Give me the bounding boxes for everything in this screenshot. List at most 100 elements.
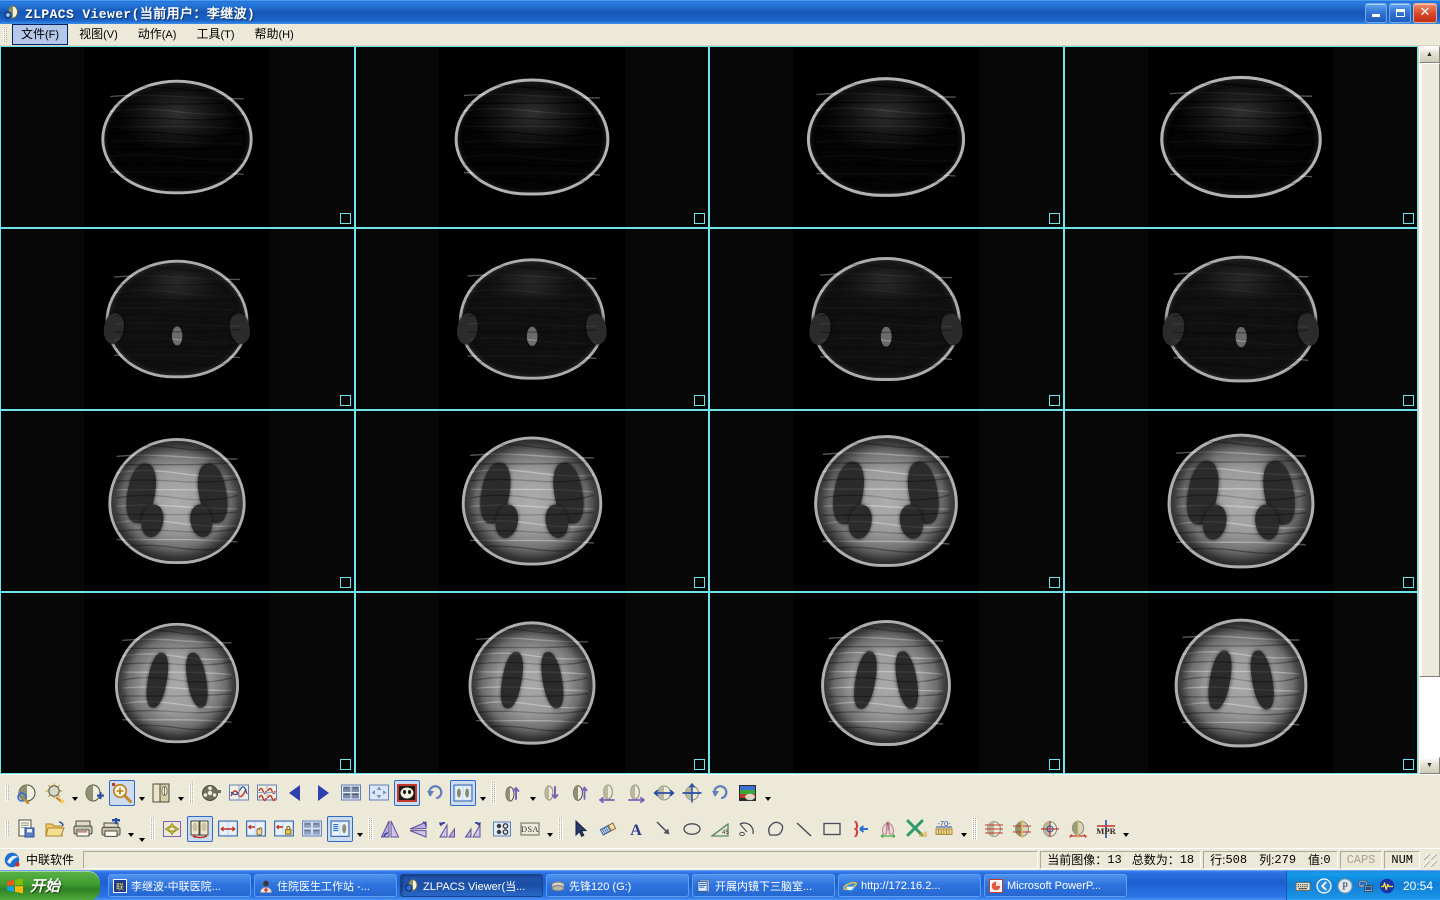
prev-image-button[interactable] — [282, 780, 308, 806]
image-cell-6[interactable] — [354, 228, 709, 410]
shift-right-button[interactable] — [623, 780, 649, 806]
zoom-button[interactable] — [109, 780, 135, 806]
3d-recon-button[interactable] — [1065, 816, 1091, 842]
cell-resize-marker[interactable] — [1048, 759, 1060, 770]
add-print-button-dropdown[interactable] — [125, 816, 136, 842]
color-map-button[interactable] — [394, 780, 420, 806]
network-icon[interactable] — [1358, 878, 1374, 894]
arc-measure-button[interactable] — [735, 816, 761, 842]
flip-up2-button[interactable] — [567, 780, 593, 806]
add-print-button[interactable] — [98, 816, 124, 842]
taskbar-item-hospital[interactable]: 联李继波-中联医院... — [108, 874, 251, 897]
flip-horizontal-button[interactable] — [377, 816, 403, 842]
line-measure-button[interactable] — [651, 816, 677, 842]
image-book-button-dropdown[interactable] — [175, 780, 186, 806]
rectangle-roi-button[interactable] — [819, 816, 845, 842]
vertical-scrollbar[interactable]: ▲ ▼ — [1418, 46, 1440, 774]
image-cell-3[interactable] — [709, 46, 1064, 228]
align-button[interactable] — [489, 816, 515, 842]
image-cell-10[interactable] — [354, 410, 709, 592]
scrollbar-track[interactable] — [1419, 63, 1440, 757]
taskbar-item-ie[interactable]: http://172.16.2... — [838, 874, 981, 897]
monitor-wave-icon[interactable] — [1379, 878, 1395, 894]
save-image-button[interactable] — [14, 816, 40, 842]
resize-grip[interactable] — [1423, 852, 1437, 867]
flip-up-button[interactable] — [500, 780, 526, 806]
angle-measure-button[interactable]: 45 — [707, 816, 733, 842]
brightness-contrast-button[interactable] — [42, 780, 68, 806]
text-annotation-button[interactable]: A — [623, 816, 649, 842]
pseudo-color-button-dropdown[interactable] — [762, 780, 773, 806]
image-cell-8[interactable] — [1063, 228, 1418, 410]
pan-fit-button[interactable] — [366, 780, 392, 806]
rotate-right-button[interactable] — [461, 816, 487, 842]
print-button[interactable] — [70, 816, 96, 842]
dsa-button-dropdown[interactable] — [544, 816, 555, 842]
series-compare-button[interactable] — [327, 816, 353, 842]
flip-up-button-dropdown[interactable] — [527, 780, 538, 806]
zl-software-logo[interactable]: 中联软件 — [0, 850, 82, 870]
cell-resize-marker[interactable] — [339, 213, 351, 224]
grid-layout-button[interactable] — [299, 816, 325, 842]
eraser-button[interactable] — [595, 816, 621, 842]
mip-button[interactable] — [981, 816, 1007, 842]
cell-resize-marker[interactable] — [1048, 213, 1060, 224]
cell-resize-marker[interactable] — [339, 577, 351, 588]
cell-resize-marker[interactable] — [339, 759, 351, 770]
cell-resize-marker[interactable] — [694, 213, 705, 224]
menu-help[interactable]: 帮助(H) — [246, 24, 303, 45]
cell-resize-marker[interactable] — [1048, 577, 1060, 588]
lock-sync-button[interactable] — [271, 816, 297, 842]
next-image-button[interactable] — [310, 780, 336, 806]
start-button[interactable]: 开始 — [0, 870, 100, 900]
show-hidden-chevron-icon[interactable] — [1316, 877, 1332, 894]
mpr-view-button[interactable] — [1009, 816, 1035, 842]
compare-button-dropdown[interactable] — [477, 780, 488, 806]
scroll-down-button[interactable]: ▼ — [1419, 757, 1440, 774]
cell-resize-marker[interactable] — [1048, 395, 1060, 406]
keyboard-icon[interactable] — [1295, 878, 1311, 894]
cell-resize-marker[interactable] — [1403, 577, 1414, 588]
cell-resize-marker[interactable] — [1403, 759, 1414, 770]
menu-view[interactable]: 视图(V) — [70, 24, 127, 45]
image-cell-11[interactable] — [709, 410, 1064, 592]
toolbar-overflow-dropdown[interactable] — [136, 816, 147, 842]
toolbar-2-grip[interactable] — [5, 821, 9, 837]
menu-tools[interactable]: 工具(T) — [187, 24, 243, 45]
image-cell-14[interactable] — [354, 592, 709, 774]
cell-resize-marker[interactable] — [1403, 395, 1414, 406]
move-tool-button[interactable] — [159, 816, 185, 842]
mirror-v-button[interactable] — [679, 780, 705, 806]
cell-resize-marker[interactable] — [694, 395, 705, 406]
invert-button[interactable] — [81, 780, 107, 806]
clear-annotations-button[interactable]: All — [903, 816, 929, 842]
maximize-button[interactable] — [1389, 2, 1411, 23]
rotate-left-button[interactable] — [433, 816, 459, 842]
clock[interactable]: 20:54 — [1403, 879, 1433, 893]
menu-file[interactable]: 文件(F) — [12, 24, 69, 45]
pseudo-color-button[interactable] — [735, 780, 761, 806]
image-cell-13[interactable] — [0, 592, 355, 774]
stack-sync-button[interactable] — [187, 816, 213, 842]
tile-layout-button[interactable] — [338, 780, 364, 806]
hand-sync-button[interactable] — [243, 816, 269, 842]
zoom-button-dropdown[interactable] — [136, 780, 147, 806]
cine-play-button[interactable] — [198, 780, 224, 806]
volume-render-button[interactable] — [1037, 816, 1063, 842]
image-cell-1[interactable] — [0, 46, 355, 228]
curve-button[interactable] — [226, 780, 252, 806]
image-cell-4[interactable] — [1063, 46, 1418, 228]
image-cell-9[interactable] — [0, 410, 355, 592]
open-folder-button[interactable] — [42, 816, 68, 842]
ellipse-roi-button[interactable] — [679, 816, 705, 842]
image-cell-5[interactable] — [0, 228, 355, 410]
dsa-button[interactable]: DSA — [517, 816, 543, 842]
minimize-button[interactable] — [1365, 2, 1387, 23]
image-cell-16[interactable] — [1063, 592, 1418, 774]
ruler-line-button[interactable] — [791, 816, 817, 842]
multi-curve-button[interactable] — [254, 780, 280, 806]
ct-value-button-dropdown[interactable] — [958, 816, 969, 842]
lung-measure-button[interactable] — [875, 816, 901, 842]
image-cell-15[interactable] — [709, 592, 1064, 774]
toolbar-1-grip[interactable] — [5, 785, 9, 801]
